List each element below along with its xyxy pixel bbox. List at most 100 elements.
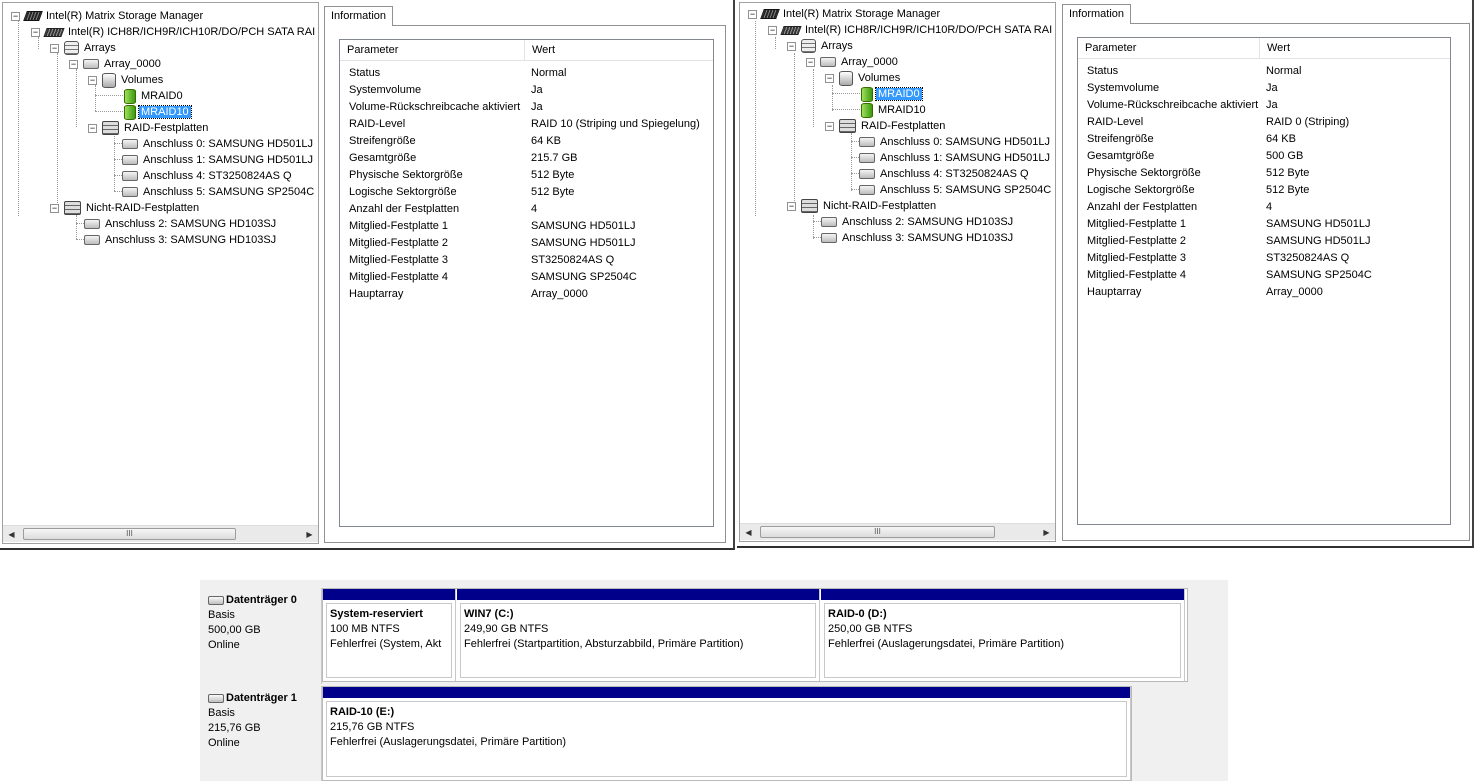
collapse-icon[interactable]: − (31, 28, 40, 37)
table-row[interactable]: Status Normal (340, 65, 713, 82)
table-row[interactable]: RAID-Level RAID 0 (Striping) (1078, 114, 1450, 131)
partition-raid0-d[interactable]: RAID-0 (D:) 250,00 GB NTFS Fehlerfrei (A… (821, 589, 1185, 681)
collapse-icon[interactable]: − (825, 122, 834, 131)
table-row[interactable]: Logische Sektorgröße 512 Byte (340, 184, 713, 201)
tree-volume-mraid10[interactable]: MRAID10 (124, 104, 192, 120)
table-row[interactable]: Volume-Rückschreibcache aktiviert Ja (340, 99, 713, 116)
table-row[interactable]: Status Normal (1078, 63, 1450, 80)
table-row[interactable]: Physische Sektorgröße 512 Byte (1078, 165, 1450, 182)
parameter-cell: Gesamtgröße (1087, 150, 1155, 162)
column-header-wert[interactable]: Wert (525, 40, 713, 60)
tree-nonraid-disks[interactable]: − Nicht-RAID-Festplatten (50, 200, 201, 216)
table-row[interactable]: Streifengröße 64 KB (1078, 131, 1450, 148)
tree-raid-disks[interactable]: − RAID-Festplatten (88, 120, 210, 136)
table-row[interactable]: Gesamtgröße 500 GB (1078, 148, 1450, 165)
collapse-icon[interactable]: − (748, 10, 757, 19)
table-row[interactable]: Mitglied-Festplatte 1 SAMSUNG HD501LJ (340, 218, 713, 235)
partition-win7-c[interactable]: WIN7 (C:) 249,90 GB NTFS Fehlerfrei (Sta… (457, 589, 820, 681)
collapse-icon[interactable]: − (806, 58, 815, 67)
scroll-thumb[interactable]: III (760, 526, 995, 538)
table-row[interactable]: Mitglied-Festplatte 3 ST3250824AS Q (1078, 250, 1450, 267)
partition-system-reserved[interactable]: System-reserviert 100 MB NTFS Fehlerfrei… (323, 589, 456, 681)
tree-arrays[interactable]: − Arrays (787, 38, 855, 54)
table-row[interactable]: Systemvolume Ja (1078, 80, 1450, 97)
column-header-parameter[interactable]: Parameter (340, 40, 525, 60)
disk-management-view: Datenträger 0 Basis 500,00 GB Online Sys… (200, 580, 1228, 781)
scroll-right-icon[interactable]: ▶ (301, 526, 318, 543)
tree-disk-port-2[interactable]: Anschluss 2: SAMSUNG HD103SJ (84, 216, 278, 232)
tree-disk-port-1[interactable]: Anschluss 1: SAMSUNG HD501LJ (122, 152, 315, 168)
value-cell: SAMSUNG HD501LJ (531, 237, 636, 249)
horizontal-scrollbar[interactable]: ◀ III ▶ (3, 525, 318, 542)
table-row[interactable]: Mitglied-Festplatte 1 SAMSUNG HD501LJ (1078, 216, 1450, 233)
tree-disk-port-5[interactable]: Anschluss 5: SAMSUNG SP2504C (859, 182, 1053, 198)
tree-array-0000[interactable]: − Array_0000 (806, 54, 900, 70)
value-cell: SAMSUNG HD501LJ (1266, 218, 1371, 230)
scroll-left-icon[interactable]: ◀ (740, 524, 757, 541)
collapse-icon[interactable]: − (88, 76, 97, 85)
table-row[interactable]: RAID-Level RAID 10 (Striping und Spiegelu… (340, 116, 713, 133)
tree-volume-mraid0[interactable]: MRAID0 (124, 88, 185, 104)
scroll-left-icon[interactable]: ◀ (3, 526, 20, 543)
table-row[interactable]: Hauptarray Array_0000 (1078, 284, 1450, 301)
collapse-icon[interactable]: − (787, 42, 796, 51)
value-cell: 215.7 GB (531, 152, 578, 164)
table-row[interactable]: Anzahl der Festplatten 4 (1078, 199, 1450, 216)
column-header-wert[interactable]: Wert (1260, 38, 1450, 58)
tree-controller[interactable]: − Intel(R) ICH8R/ICH9R/ICH10R/DO/PCH SAT… (768, 22, 1054, 38)
tree-arrays[interactable]: − Arrays (50, 40, 118, 56)
column-header-parameter[interactable]: Parameter (1078, 38, 1260, 58)
table-row[interactable]: Mitglied-Festplatte 4 SAMSUNG SP2504C (340, 269, 713, 286)
collapse-icon[interactable]: − (88, 124, 97, 133)
collapse-icon[interactable]: − (50, 204, 59, 213)
tree-array-0000[interactable]: − Array_0000 (69, 56, 163, 72)
table-row[interactable]: Hauptarray Array_0000 (340, 286, 713, 303)
table-row[interactable]: Logische Sektorgröße 512 Byte (1078, 182, 1450, 199)
tree-volume-mraid10[interactable]: MRAID10 (861, 102, 928, 118)
disk-1-label[interactable]: Datenträger 1 Basis 215,76 GB Online (202, 686, 322, 781)
tree-volumes[interactable]: − Volumes (825, 70, 902, 86)
tab-information[interactable]: Information (1062, 4, 1132, 24)
tree-disk-port-4[interactable]: Anschluss 4: ST3250824AS Q (122, 168, 294, 184)
collapse-icon[interactable]: − (768, 26, 777, 35)
tree-disk-port-2[interactable]: Anschluss 2: SAMSUNG HD103SJ (821, 214, 1015, 230)
tree-nonraid-disks[interactable]: − Nicht-RAID-Festplatten (787, 198, 938, 214)
tree-disk-port-3[interactable]: Anschluss 3: SAMSUNG HD103SJ (84, 232, 278, 248)
table-row[interactable]: Streifengröße 64 KB (340, 133, 713, 150)
collapse-icon[interactable]: − (11, 12, 20, 21)
tree-volumes[interactable]: − Volumes (88, 72, 165, 88)
tree-disk-port-1[interactable]: Anschluss 1: SAMSUNG HD501LJ (859, 150, 1052, 166)
partition-raid10-e[interactable]: RAID-10 (E:) 215,76 GB NTFS Fehlerfrei (… (323, 687, 1131, 780)
table-row[interactable]: Mitglied-Festplatte 3 ST3250824AS Q (340, 252, 713, 269)
collapse-icon[interactable]: − (825, 74, 834, 83)
tree-root[interactable]: − Intel(R) Matrix Storage Manager (11, 8, 205, 24)
tree-disk-port-3[interactable]: Anschluss 3: SAMSUNG HD103SJ (821, 230, 1015, 246)
table-row[interactable]: Mitglied-Festplatte 4 SAMSUNG SP2504C (1078, 267, 1450, 284)
tree-disk-port-0[interactable]: Anschluss 0: SAMSUNG HD501LJ (122, 136, 315, 152)
table-row[interactable]: Anzahl der Festplatten 4 (340, 201, 713, 218)
tab-information[interactable]: Information (324, 6, 394, 26)
table-row[interactable]: Physische Sektorgröße 512 Byte (340, 167, 713, 184)
tree-disk-port-0[interactable]: Anschluss 0: SAMSUNG HD501LJ (859, 134, 1052, 150)
tree-disk-port-5[interactable]: Anschluss 5: SAMSUNG SP2504C (122, 184, 316, 200)
table-row[interactable]: Volume-Rückschreibcache aktiviert Ja (1078, 97, 1450, 114)
horizontal-scrollbar[interactable]: ◀ III ▶ (740, 523, 1055, 540)
value-cell: Normal (531, 67, 567, 79)
table-row[interactable]: Gesamtgröße 215.7 GB (340, 150, 713, 167)
tree-volume-mraid0[interactable]: MRAID0 (861, 86, 923, 102)
tree-disk-port-4[interactable]: Anschluss 4: ST3250824AS Q (859, 166, 1031, 182)
table-row[interactable]: Mitglied-Festplatte 2 SAMSUNG HD501LJ (340, 235, 713, 252)
table-row[interactable]: Systemvolume Ja (340, 82, 713, 99)
collapse-icon[interactable]: − (787, 202, 796, 211)
parameter-cell: Physische Sektorgröße (349, 169, 463, 181)
tree-root[interactable]: − Intel(R) Matrix Storage Manager (748, 6, 942, 22)
tree-raid-disks[interactable]: − RAID-Festplatten (825, 118, 947, 134)
table-row[interactable]: Mitglied-Festplatte 2 SAMSUNG HD501LJ (1078, 233, 1450, 250)
collapse-icon[interactable]: − (69, 60, 78, 69)
disk-0-label[interactable]: Datenträger 0 Basis 500,00 GB Online (202, 588, 322, 684)
scroll-thumb[interactable]: III (23, 528, 236, 540)
collapse-icon[interactable]: − (50, 44, 59, 53)
scroll-right-icon[interactable]: ▶ (1038, 524, 1055, 541)
parameter-cell: Logische Sektorgröße (1087, 184, 1195, 196)
tree-controller[interactable]: − Intel(R) ICH8R/ICH9R/ICH10R/DO/PCH SAT… (31, 24, 317, 40)
